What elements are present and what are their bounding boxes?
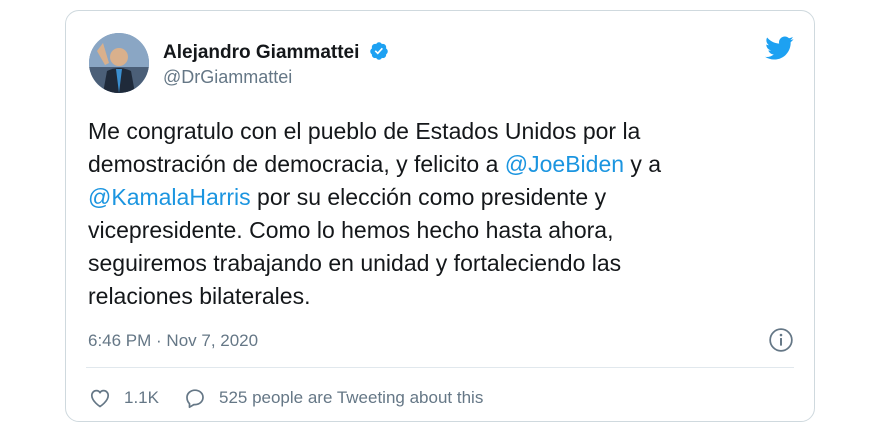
speech-bubble-icon bbox=[186, 389, 204, 409]
tweet-line: relaciones bilaterales. bbox=[88, 280, 768, 313]
tweet-text: Me congratulo con el pueblo de Estados U… bbox=[88, 115, 768, 313]
info-icon[interactable] bbox=[768, 327, 794, 353]
tweet-text-segment: y a bbox=[624, 151, 662, 177]
tweet-line: @KamalaHarris por su elección como presi… bbox=[88, 181, 768, 214]
action-bar: 1.1K 525 people are Tweeting about this bbox=[88, 383, 483, 413]
display-name-text: Alejandro Giammattei bbox=[163, 42, 360, 63]
tweet-line: Me congratulo con el pueblo de Estados U… bbox=[88, 115, 768, 148]
tweet-line: vicepresidente. Como lo hemos hecho hast… bbox=[88, 214, 768, 247]
mention-joebiden-link[interactable]: @JoeBiden bbox=[505, 151, 624, 177]
heart-icon bbox=[90, 389, 110, 408]
like-count: 1.1K bbox=[124, 388, 159, 407]
tweeting-about-text: 525 people are Tweeting about this bbox=[218, 388, 484, 407]
tweet-text-segment: vicepresidente. Como lo hemos hecho hast… bbox=[88, 217, 614, 243]
tweet-timestamp[interactable]: 6:46 PM · Nov 7, 2020 bbox=[88, 331, 258, 351]
avatar[interactable] bbox=[89, 33, 149, 93]
tweet-line: seguiremos trabajando en unidad y fortal… bbox=[88, 247, 768, 280]
divider bbox=[86, 367, 794, 368]
verified-badge-icon bbox=[369, 42, 388, 60]
tweet-text-segment: Me congratulo con el pueblo de Estados U… bbox=[88, 118, 641, 144]
tweeting-about-link[interactable]: 525 people are Tweeting about this bbox=[183, 386, 483, 410]
display-name[interactable]: Alejandro Giammattei bbox=[163, 41, 389, 64]
like-button[interactable]: 1.1K bbox=[88, 386, 159, 410]
tweet-text-segment: por su elección como presidente y bbox=[250, 184, 607, 210]
tweet-text-segment: relaciones bilaterales. bbox=[88, 283, 311, 309]
tweet-line: demostración de democracia, y felicito a… bbox=[88, 148, 768, 181]
tweet-text-segment: demostración de democracia, y felicito a bbox=[88, 151, 505, 177]
twitter-bird-icon[interactable] bbox=[762, 33, 796, 63]
tweet-card: Alejandro Giammattei @DrGiammattei Me co… bbox=[65, 10, 815, 422]
mention-kamalaharris-link[interactable]: @KamalaHarris bbox=[88, 184, 251, 210]
handle[interactable]: @DrGiammattei bbox=[163, 67, 292, 88]
tweet-text-segment: seguiremos trabajando en unidad y fortal… bbox=[88, 250, 622, 276]
